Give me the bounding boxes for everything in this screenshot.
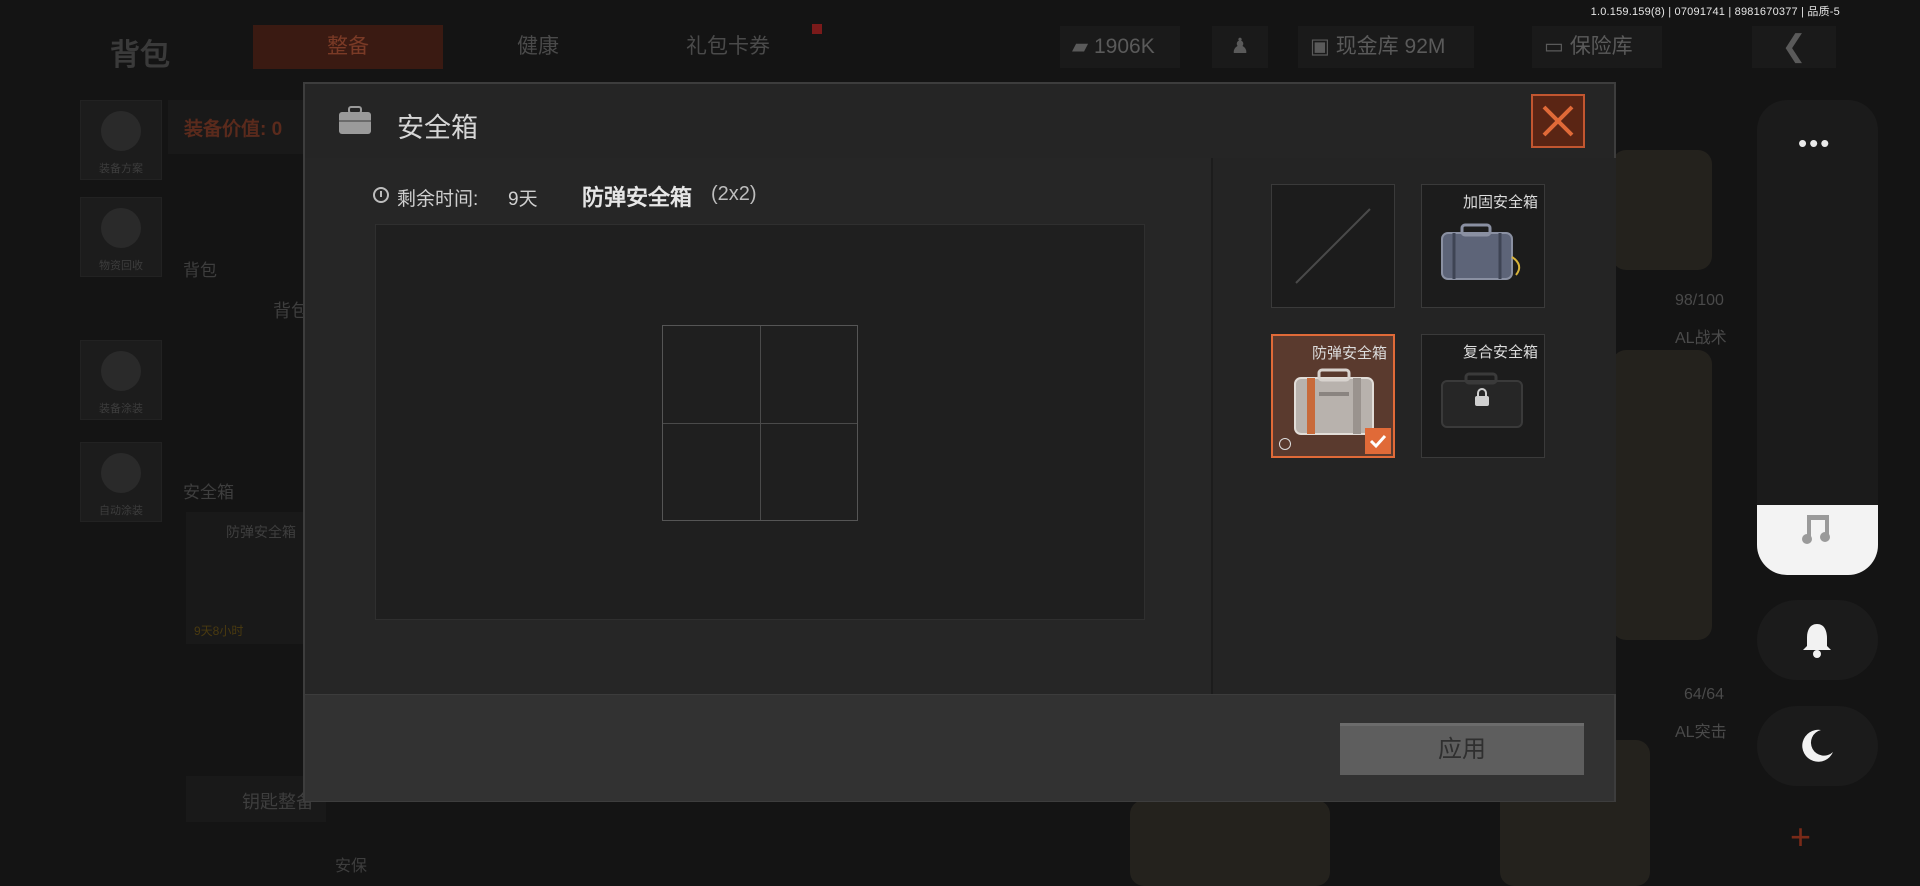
safebox-label: 安全箱: [183, 483, 234, 502]
music-note-icon: [1802, 515, 1830, 544]
helmet-icon: [101, 111, 141, 151]
modal-footer: 应用: [305, 694, 1614, 801]
soldier-icon: [101, 351, 141, 391]
brush-icon: [101, 453, 141, 493]
sidebar-auto-paint[interactable]: 自动涂装: [80, 442, 162, 522]
currency-value: 1906K: [1093, 35, 1155, 58]
modal-header: 安全箱: [305, 84, 1614, 159]
grid-divider: [663, 423, 857, 424]
back-arrow-icon[interactable]: ❮: [1752, 26, 1836, 68]
stat-value: 98/100: [1675, 292, 1724, 309]
safebox-slot[interactable]: 防弹安全箱 9天8小时: [186, 512, 304, 644]
clock-icon: [373, 187, 389, 203]
sidebar-label: 装备方案: [99, 163, 143, 175]
safebox-selection-panel: 加固安全箱 防弹安全箱 复合安全箱: [1211, 158, 1616, 694]
cash-vault-button[interactable]: ▣ 现金库 92M: [1298, 26, 1474, 68]
backpack-label: 背包: [183, 261, 217, 280]
close-button[interactable]: [1531, 94, 1585, 148]
vest-image: [1612, 150, 1712, 270]
monitor-icon: ▭: [1544, 35, 1570, 58]
vest-image: [1130, 800, 1330, 886]
reinforced-case-icon: [1441, 223, 1521, 280]
stat-name: AL战术: [1675, 330, 1727, 347]
equip-value-label: 装备价值: 0: [184, 119, 283, 140]
vest-image: [1612, 350, 1712, 640]
safebox-slot-empty[interactable]: [1271, 184, 1395, 308]
tab-equip[interactable]: 整备: [253, 25, 443, 69]
sidebar-label: 装备涂装: [99, 403, 143, 415]
floating-panel: •••: [1757, 100, 1878, 575]
sidebar-equip-plan[interactable]: 装备方案: [80, 100, 162, 180]
cash-vault-label: 现金库 92M: [1335, 35, 1446, 58]
remaining-time-value: 9天: [508, 189, 538, 210]
bottom-left-label: 安保: [335, 858, 368, 875]
add-icon[interactable]: +: [1790, 816, 1811, 858]
empty-slot-icon: [1295, 208, 1371, 284]
slot-name: 防弹安全箱: [1311, 345, 1387, 362]
stat-value: 64/64: [1684, 686, 1725, 703]
tab-gift-cards[interactable]: 礼包卡券: [633, 25, 823, 69]
notification-button[interactable]: [1757, 600, 1878, 680]
more-icon[interactable]: •••: [1798, 128, 1831, 159]
sidebar-paint[interactable]: 装备涂装: [80, 340, 162, 420]
dark-mode-button[interactable]: [1757, 706, 1878, 786]
notification-dot: [812, 24, 822, 34]
clock-icon: [1279, 438, 1291, 450]
sidebar-recycle[interactable]: 物资回收: [80, 197, 162, 277]
safe-vault-label: 保险库: [1569, 35, 1633, 58]
safebox-name: 防弹安全箱: [582, 185, 693, 210]
briefcase-icon: [339, 106, 371, 134]
checkmark-icon: [1365, 428, 1391, 454]
moon-icon: [1802, 729, 1833, 762]
modal-title: 安全箱: [397, 113, 478, 143]
apply-button[interactable]: 应用: [1340, 723, 1584, 775]
music-button[interactable]: [1757, 505, 1878, 575]
sidebar-label: 自动涂装: [99, 505, 143, 517]
page-title: 背包: [110, 39, 170, 72]
safebox-size: (2x2): [711, 183, 757, 205]
slot-name: 复合安全箱: [1462, 344, 1538, 361]
stat-name: AL突击: [1675, 724, 1727, 741]
bell-icon: [1803, 624, 1831, 658]
remaining-time-label: 剩余时间:: [397, 189, 479, 210]
safebox-item-name: 防弹安全箱: [226, 524, 296, 540]
safebox-modal: 安全箱 剩余时间: 9天 防弹安全箱 (2x2) 加固安全箱 防弹安全箱 复合安…: [303, 82, 1616, 802]
close-icon: [1542, 105, 1574, 137]
safe-vault-button[interactable]: ▭ 保险库: [1532, 26, 1662, 68]
safebox-slot-composite[interactable]: 复合安全箱: [1421, 334, 1545, 458]
safebox-grid[interactable]: [662, 325, 858, 521]
currency-stat: ▰ 1906K: [1060, 26, 1180, 68]
version-text: 1.0.159.159(8) | 07091741 | 8981670377 |…: [1590, 6, 1840, 18]
safebox-time: 9天8小时: [194, 624, 244, 638]
equip-value-panel: 装备价值: 0: [168, 100, 308, 154]
slot-name: 加固安全箱: [1462, 194, 1538, 211]
safebox-slot-reinforced[interactable]: 加固安全箱: [1421, 184, 1545, 308]
tab-health[interactable]: 健康: [443, 25, 633, 69]
character-icon[interactable]: ♟: [1212, 26, 1268, 68]
recycle-icon: [101, 208, 141, 248]
vault-icon: ▣: [1310, 35, 1336, 58]
money-icon: ▰: [1072, 35, 1094, 58]
lock-icon: [1475, 388, 1489, 406]
safebox-grid-area: [375, 224, 1145, 620]
sidebar-label: 物资回收: [99, 260, 143, 272]
safebox-slot-bulletproof[interactable]: 防弹安全箱: [1271, 334, 1395, 458]
